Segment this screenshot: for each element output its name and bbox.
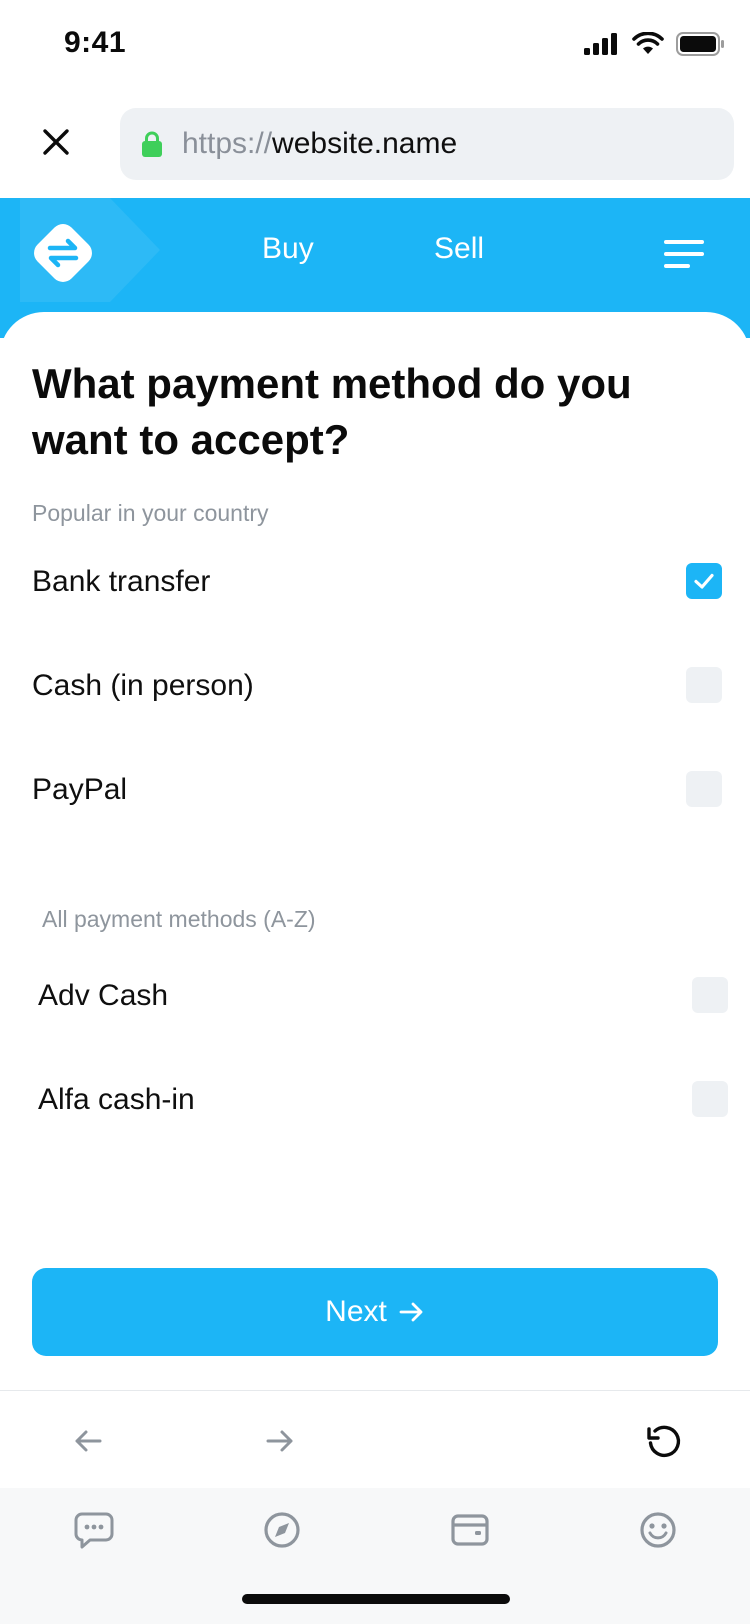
checkbox-checked[interactable] <box>686 563 722 599</box>
lock-icon <box>142 131 162 157</box>
next-button-label: Next <box>325 1295 387 1328</box>
arrow-left-icon <box>75 1430 102 1452</box>
tab-profile[interactable] <box>636 1508 680 1552</box>
section-label-all: All payment methods (A-Z) <box>42 906 316 932</box>
checkbox[interactable] <box>686 771 722 807</box>
nav-sell[interactable]: Sell <box>434 232 484 266</box>
arrow-right-icon <box>266 1430 293 1452</box>
menu-icon[interactable] <box>662 236 706 272</box>
next-button[interactable]: Next <box>32 1268 718 1356</box>
url-scheme: https:// <box>182 127 273 160</box>
cellular-signal-icon <box>584 33 617 55</box>
status-time: 9:41 <box>64 26 127 59</box>
browser-toolbar <box>0 1390 750 1488</box>
payment-option-cash[interactable]: Cash (in person) <box>32 656 722 716</box>
url-text: https://website.name <box>182 127 457 161</box>
smiley-icon <box>640 1512 676 1548</box>
option-label: Bank transfer <box>32 565 211 598</box>
section-label-popular: Popular in your country <box>32 500 269 526</box>
checkbox[interactable] <box>692 1081 728 1117</box>
payment-option-alfa-cash-in[interactable]: Alfa cash-in <box>38 1070 728 1130</box>
option-label: PayPal <box>32 773 128 806</box>
tab-explore[interactable] <box>260 1508 304 1552</box>
reload-button[interactable] <box>644 1421 684 1461</box>
checkmark-icon <box>694 573 714 589</box>
checkbox[interactable] <box>692 977 728 1013</box>
wifi-icon <box>632 32 664 54</box>
compass-icon <box>264 1512 300 1548</box>
browser-address-bar: https://website.name <box>0 92 750 198</box>
content-card: What payment method do you want to accep… <box>0 312 750 1392</box>
home-indicator <box>242 1594 510 1604</box>
checkbox[interactable] <box>686 667 722 703</box>
payment-option-bank-transfer[interactable]: Bank transfer <box>32 552 722 612</box>
reload-icon <box>647 1425 681 1457</box>
back-button[interactable] <box>68 1421 108 1461</box>
page-title: What payment method do you want to accep… <box>32 360 632 463</box>
status-bar: 9:41 <box>0 0 750 92</box>
wallet-icon <box>451 1514 489 1546</box>
url-field[interactable]: https://website.name <box>120 108 734 180</box>
option-label: Cash (in person) <box>32 669 254 702</box>
option-label: Alfa cash-in <box>38 1083 195 1116</box>
tab-chat[interactable] <box>72 1508 116 1552</box>
close-button[interactable] <box>36 122 76 162</box>
forward-button[interactable] <box>260 1421 300 1461</box>
chat-icon <box>74 1512 114 1549</box>
status-icons <box>584 32 724 56</box>
option-label: Adv Cash <box>38 979 169 1012</box>
arrow-right-icon <box>399 1302 423 1322</box>
payment-option-paypal[interactable]: PayPal <box>32 760 722 820</box>
close-icon <box>43 129 69 155</box>
payment-option-adv-cash[interactable]: Adv Cash <box>38 966 728 1026</box>
logo-icon[interactable] <box>30 220 96 286</box>
tab-wallet[interactable] <box>448 1508 492 1552</box>
url-host: website.name <box>272 127 458 160</box>
tab-bar <box>0 1488 750 1624</box>
battery-icon <box>676 32 724 56</box>
nav-buy[interactable]: Buy <box>262 232 314 266</box>
